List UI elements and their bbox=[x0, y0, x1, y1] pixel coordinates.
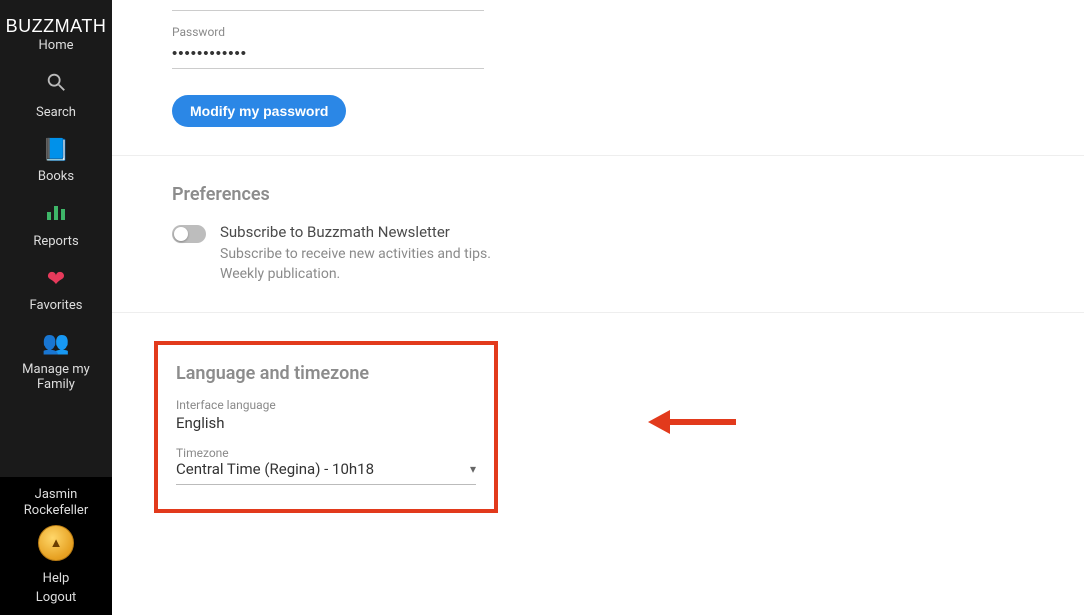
help-link[interactable]: Help bbox=[43, 569, 70, 588]
sidebar-item-favorites[interactable]: ❤ Favorites bbox=[0, 259, 112, 323]
sidebar-item-books[interactable]: 📘 Books bbox=[0, 130, 112, 194]
sidebar-item-family[interactable]: 👥 Manage my Family bbox=[0, 323, 112, 403]
heart-icon: ❤ bbox=[47, 267, 65, 293]
logout-link[interactable]: Logout bbox=[36, 588, 77, 607]
sidebar-item-label: Search bbox=[36, 105, 76, 121]
preferences-title: Preferences bbox=[172, 184, 1084, 205]
language-timezone-highlight: Language and timezone Interface language… bbox=[154, 341, 498, 513]
preferences-section: Preferences Subscribe to Buzzmath Newsle… bbox=[112, 156, 1084, 313]
settings-content: Password Modify my password Preferences … bbox=[112, 0, 1084, 513]
badge-glyph: ▲ bbox=[50, 535, 63, 551]
search-icon bbox=[45, 71, 67, 100]
language-timezone-title: Language and timezone bbox=[176, 363, 476, 384]
newsletter-row: Subscribe to Buzzmath Newsletter Subscri… bbox=[172, 223, 1084, 284]
sidebar-item-label: Manage my Family bbox=[4, 362, 108, 393]
chevron-down-icon: ▾ bbox=[470, 462, 476, 476]
sidebar-item-label: Favorites bbox=[30, 298, 83, 314]
sidebar-bottom: Jasmin Rockefeller ▲ Help Logout bbox=[0, 477, 112, 615]
sidebar-item-label: Books bbox=[38, 169, 74, 185]
interface-language-value[interactable]: English bbox=[176, 414, 476, 432]
sidebar-item-home[interactable]: BUZZMATH Home bbox=[0, 6, 112, 63]
newsletter-toggle[interactable] bbox=[172, 225, 206, 243]
sidebar-item-search[interactable]: Search bbox=[0, 63, 112, 130]
prev-field-underline bbox=[172, 10, 484, 11]
interface-language-label: Interface language bbox=[176, 398, 476, 412]
password-label: Password bbox=[172, 25, 1084, 39]
toggle-knob bbox=[174, 227, 188, 241]
timezone-label: Timezone bbox=[176, 446, 476, 460]
sidebar-item-reports[interactable]: Reports bbox=[0, 194, 112, 259]
timezone-select[interactable]: Central Time (Regina) - 10h18 ▾ bbox=[176, 460, 476, 485]
sidebar-item-label: Home bbox=[39, 38, 74, 54]
newsletter-description: Subscribe to receive new activities and … bbox=[220, 245, 520, 284]
reports-icon bbox=[45, 202, 67, 229]
modify-password-button[interactable]: Modify my password bbox=[172, 95, 346, 127]
sidebar-top: BUZZMATH Home Search 📘 Books Re bbox=[0, 0, 112, 403]
main-content: Password Modify my password Preferences … bbox=[112, 0, 1084, 615]
user-name: Jasmin Rockefeller bbox=[24, 487, 88, 520]
books-icon: 📘 bbox=[42, 138, 69, 164]
newsletter-text: Subscribe to Buzzmath Newsletter Subscri… bbox=[220, 223, 520, 284]
family-icon: 👥 bbox=[42, 331, 69, 357]
language-timezone-section: Language and timezone Interface language… bbox=[112, 313, 1084, 513]
user-avatar-badge[interactable]: ▲ bbox=[38, 525, 74, 561]
password-field[interactable] bbox=[172, 39, 484, 69]
logo: BUZZMATH bbox=[6, 16, 107, 38]
sidebar: BUZZMATH Home Search 📘 Books Re bbox=[0, 0, 112, 615]
password-section: Password Modify my password bbox=[112, 10, 1084, 156]
sidebar-item-label: Reports bbox=[33, 234, 78, 250]
timezone-value: Central Time (Regina) - 10h18 bbox=[176, 460, 374, 478]
newsletter-title: Subscribe to Buzzmath Newsletter bbox=[220, 223, 520, 241]
user-first-name: Jasmin bbox=[24, 487, 88, 503]
user-last-name: Rockefeller bbox=[24, 503, 88, 519]
